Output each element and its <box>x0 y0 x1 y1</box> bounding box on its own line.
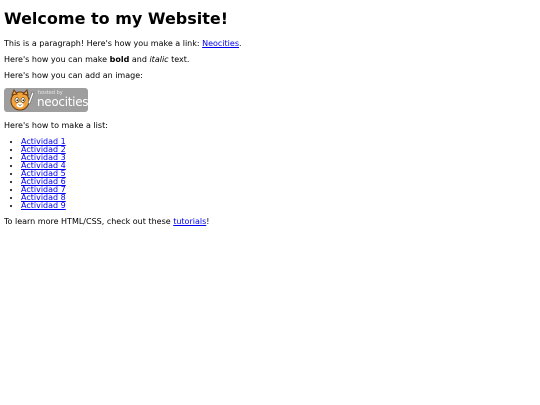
list-item: Actividad 4 <box>21 162 540 170</box>
intro-paragraph: This is a paragraph! Here's how you make… <box>4 40 540 48</box>
bold-text: bold <box>109 55 130 64</box>
formatting-paragraph: Here's how you can make bold and italic … <box>4 56 540 64</box>
list-item: Actividad 5 <box>21 170 540 178</box>
intro-end: . <box>239 39 242 48</box>
outro-text: To learn more HTML/CSS, check out these <box>4 217 174 226</box>
neocities-link[interactable]: Neocities <box>202 39 239 48</box>
list-intro: Here's how to make a list: <box>4 121 108 130</box>
page-body: Welcome to my Website! This is a paragra… <box>0 0 540 226</box>
neocities-cat-icon <box>10 89 35 111</box>
list-item: Actividad 1 <box>21 138 540 146</box>
formatting-middle: and <box>129 55 150 64</box>
italic-text: italic <box>149 55 169 64</box>
formatting-end: text. <box>168 55 190 64</box>
list-item: Actividad 8 <box>21 194 540 202</box>
hosted-by-neocities-badge[interactable]: hosted by neocities <box>4 88 88 112</box>
list-item: Actividad 3 <box>21 154 540 162</box>
list-item: Actividad 6 <box>21 178 540 186</box>
badge-brand-text: neocities <box>37 95 88 109</box>
activity-list: Actividad 1 Actividad 2 Actividad 3 Acti… <box>4 138 540 210</box>
outro-paragraph: To learn more HTML/CSS, check out these … <box>4 218 540 226</box>
tutorials-link[interactable]: tutorials <box>173 217 206 226</box>
list-item: Actividad 2 <box>21 146 540 154</box>
page-title: Welcome to my Website! <box>4 9 229 28</box>
list-item: Actividad 7 <box>21 186 540 194</box>
outro-end: ! <box>206 217 210 226</box>
list-item: Actividad 9 <box>21 202 540 210</box>
formatting-text: Here's how you can make <box>4 55 110 64</box>
intro-text: This is a paragraph! Here's how you make… <box>4 39 203 48</box>
image-paragraph: Here's how you can add an image: <box>4 71 143 80</box>
list-link[interactable]: Actividad 9 <box>21 201 66 210</box>
